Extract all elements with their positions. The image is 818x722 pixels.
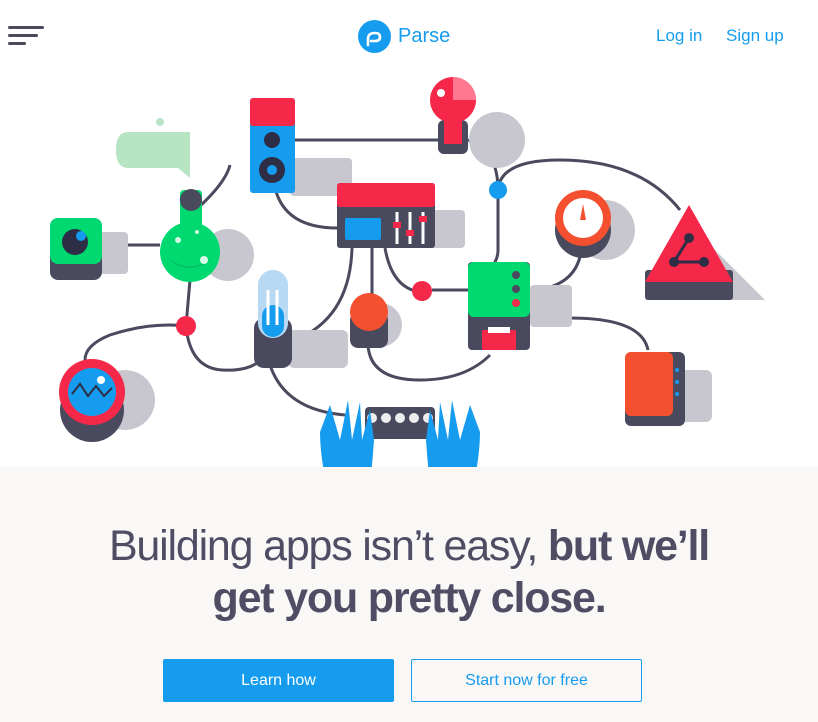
image-viewer-icon <box>59 359 125 442</box>
lightbulb-icon <box>430 77 476 154</box>
gauge-icon <box>555 190 611 258</box>
headline-bold-line2: get you pretty close. <box>212 574 607 622</box>
keyboard-icon <box>365 407 435 439</box>
top-bar: Parse Log in Sign up <box>0 0 818 72</box>
hero-illustration <box>0 72 818 503</box>
connection-wires <box>83 138 682 419</box>
green-device-icon <box>468 262 530 350</box>
chat-bubble-icon <box>116 118 190 178</box>
flask-icon <box>160 189 220 282</box>
signup-link[interactable]: Sign up <box>726 26 784 46</box>
start-now-button[interactable]: Start now for free <box>411 659 642 702</box>
login-link[interactable]: Log in <box>656 26 702 46</box>
camera-device-icon <box>50 218 102 280</box>
parse-logo[interactable]: Parse <box>358 20 450 53</box>
hamburger-menu-icon[interactable] <box>8 26 44 46</box>
mixer-icon <box>337 183 435 248</box>
orange-box-icon <box>625 352 685 426</box>
hero-headline: Building apps isn’t easy, but we’ll get … <box>0 520 818 624</box>
speaker-icon <box>250 98 295 193</box>
parse-logo-icon <box>358 20 391 53</box>
test-tube-light-icon <box>254 270 292 368</box>
learn-how-button[interactable]: Learn how <box>163 659 394 702</box>
logo-text: Parse <box>398 25 451 47</box>
headline-bold-line1: but we’ll <box>547 522 710 570</box>
orange-button-icon <box>350 293 388 348</box>
warning-share-icon <box>645 205 733 300</box>
headline-regular: Building apps isn’t easy, <box>108 522 538 570</box>
